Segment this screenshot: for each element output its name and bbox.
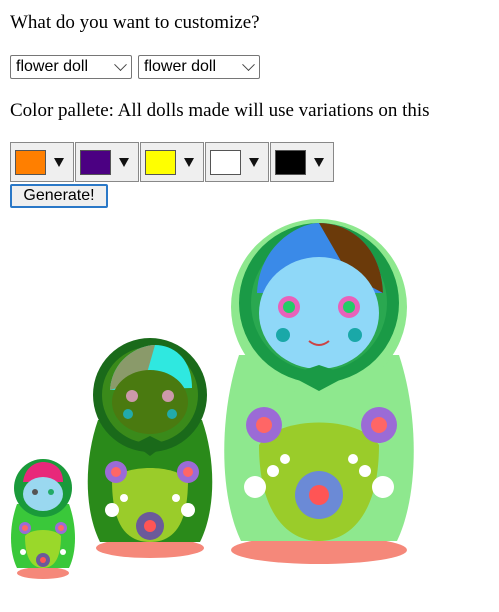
doll-type-select-1-value: flower doll: [16, 58, 89, 75]
chevron-down-icon: [242, 57, 255, 71]
color-picker-5[interactable]: [270, 142, 334, 182]
doll-type-select-1[interactable]: flower doll: [10, 55, 132, 79]
doll-type-select-2[interactable]: flower doll: [138, 55, 260, 79]
color-swatch: [15, 149, 46, 175]
doll-type-select-2-value: flower doll: [144, 58, 217, 75]
dropdown-triangle-icon: [54, 157, 64, 167]
customize-question: What do you want to customize?: [10, 12, 260, 33]
color-picker-4[interactable]: [205, 142, 269, 182]
color-swatch: [145, 149, 176, 175]
dropdown-triangle-icon: [184, 157, 194, 167]
color-picker-1[interactable]: [10, 142, 74, 182]
color-swatch: [210, 149, 241, 175]
generate-button[interactable]: Generate!: [10, 184, 108, 208]
color-swatch: [80, 149, 111, 175]
doll-large: [224, 219, 414, 564]
chevron-down-icon: [114, 57, 127, 71]
color-palette: [10, 142, 335, 182]
palette-label: Color pallete: All dolls made will use v…: [10, 100, 430, 121]
generated-dolls: [11, 219, 414, 579]
dropdown-triangle-icon: [249, 157, 259, 167]
color-swatch: [275, 149, 306, 175]
dropdown-triangle-icon: [314, 157, 324, 167]
doll-small: [11, 459, 75, 579]
color-picker-3[interactable]: [140, 142, 204, 182]
dropdown-triangle-icon: [119, 157, 129, 167]
color-picker-2[interactable]: [75, 142, 139, 182]
doll-medium: [87, 338, 213, 558]
customize-selects: flower doll flower doll: [10, 55, 260, 79]
